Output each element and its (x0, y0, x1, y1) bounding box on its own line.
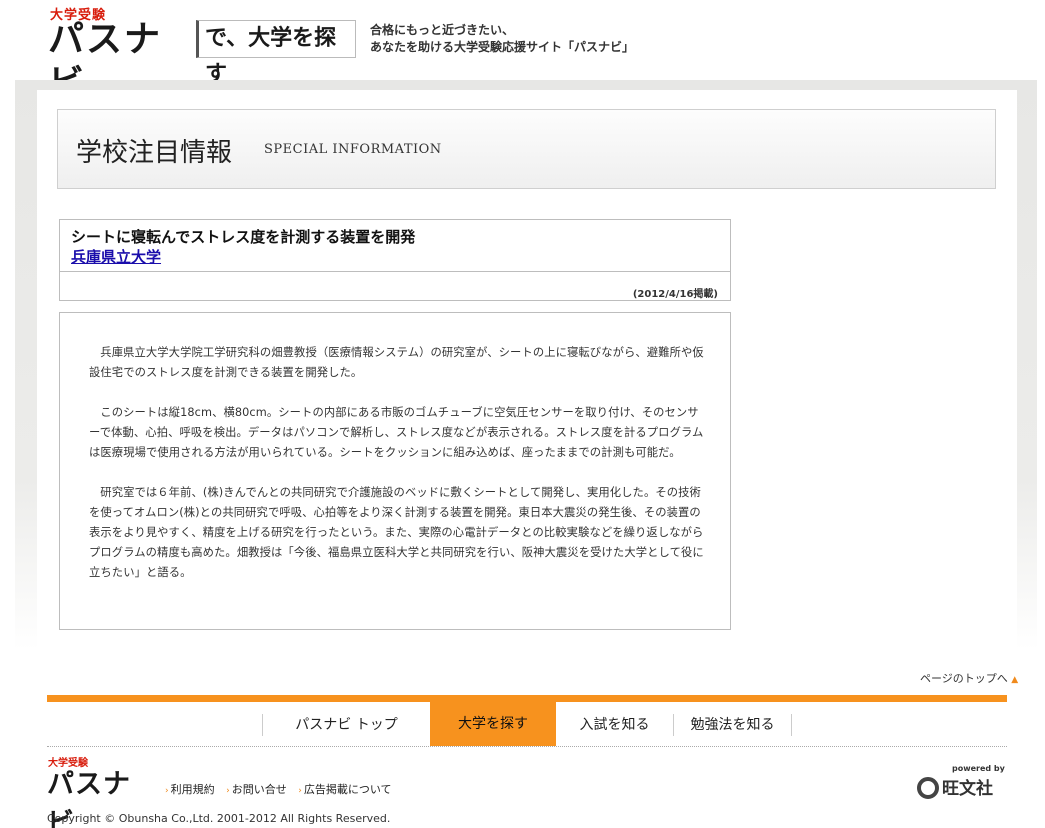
nav-item-exams[interactable]: 入試を知る (556, 714, 674, 736)
article-paragraph: このシートは縦18cm、横80cm。シートの内部にある市販のゴムチューブに空気圧… (89, 406, 704, 459)
passnavi-logo[interactable]: 大学受験 パスナビ (48, 4, 190, 104)
nav-item-passnavi-top[interactable]: パスナビ トップ (262, 714, 430, 736)
obunsha-ring-icon (917, 777, 939, 799)
page-top-label: ページのトップへ (920, 672, 1008, 685)
site-tagline: 合格にもっと近づきたい、 あなたを助ける大学受験応援サイト「パスナビ」 (370, 22, 634, 56)
nav-item-study[interactable]: 勉強法を知る (674, 714, 792, 736)
main-nav: パスナビ トップ 大学を探す 入試を知る 勉強法を知る (262, 702, 822, 746)
footer-link-contact[interactable]: › お問い合せ (226, 783, 287, 796)
chevron-up-icon: ▲ (1011, 675, 1019, 685)
footer-logo[interactable]: 大学受験 パスナビ (47, 754, 149, 828)
article-title: シートに寝転んでストレス度を計測する装置を開発 (71, 228, 416, 246)
footer-link-advertising[interactable]: › 広告掲載について (298, 783, 391, 796)
footer-link-label: 広告掲載について (303, 783, 392, 796)
tagline-line-1: 合格にもっと近づきたい、 (370, 23, 515, 37)
footer-links: › 利用規約 › お問い合せ › 広告掲載について (165, 781, 400, 797)
page-top-link[interactable]: ページのトップへ ▲ (920, 670, 1018, 686)
footer-link-terms[interactable]: › 利用規約 (165, 783, 215, 796)
article-paragraph: 研究室では６年前、(株)きんでんとの共同研究で介護施設のベッドに敷くシートとして… (89, 486, 704, 579)
arrow-right-icon: › (298, 786, 302, 796)
search-university-tag: で、大学を探す (196, 20, 356, 87)
arrow-right-icon: › (165, 786, 169, 796)
article-body: 兵庫県立大学大学院工学研究科の畑豊教授（医療情報システム）の研究室が、シートの上… (59, 312, 731, 630)
arrow-right-icon: › (226, 786, 230, 796)
tagline-line-2: あなたを助ける大学受験応援サイト「パスナビ」 (370, 40, 635, 54)
footer-link-label: お問い合せ (231, 783, 287, 796)
publish-date: (2012/4/16掲載) (632, 289, 718, 300)
divider (60, 271, 730, 272)
university-link[interactable]: 兵庫県立大学 (71, 246, 161, 267)
article-header: シートに寝転んでストレス度を計測する装置を開発 兵庫県立大学 (2012/4/1… (59, 219, 731, 301)
nav-accent-bar (47, 695, 1007, 702)
article-paragraph: 兵庫県立大学大学院工学研究科の畑豊教授（医療情報システム）の研究室が、シートの上… (89, 346, 704, 379)
obunsha-logo[interactable]: 旺文社 (917, 774, 993, 799)
footer-link-label: 利用規約 (170, 783, 215, 796)
copyright: Copyright © Obunsha Co.,Ltd. 2001-2012 A… (47, 812, 391, 825)
nav-divider (47, 746, 1007, 747)
page-title-box: 学校注目情報 SPECIAL INFORMATION (57, 109, 996, 189)
nav-item-search-university[interactable]: 大学を探す (430, 702, 556, 746)
page-title: 学校注目情報 (76, 138, 233, 168)
obunsha-name: 旺文社 (942, 779, 993, 799)
powered-by-label: powered by (952, 764, 1005, 773)
page-subtitle: SPECIAL INFORMATION (264, 142, 442, 157)
site-header: 大学受験 パスナビ で、大学を探す 合格にもっと近づきたい、 あなたを助ける大学… (0, 0, 1045, 104)
